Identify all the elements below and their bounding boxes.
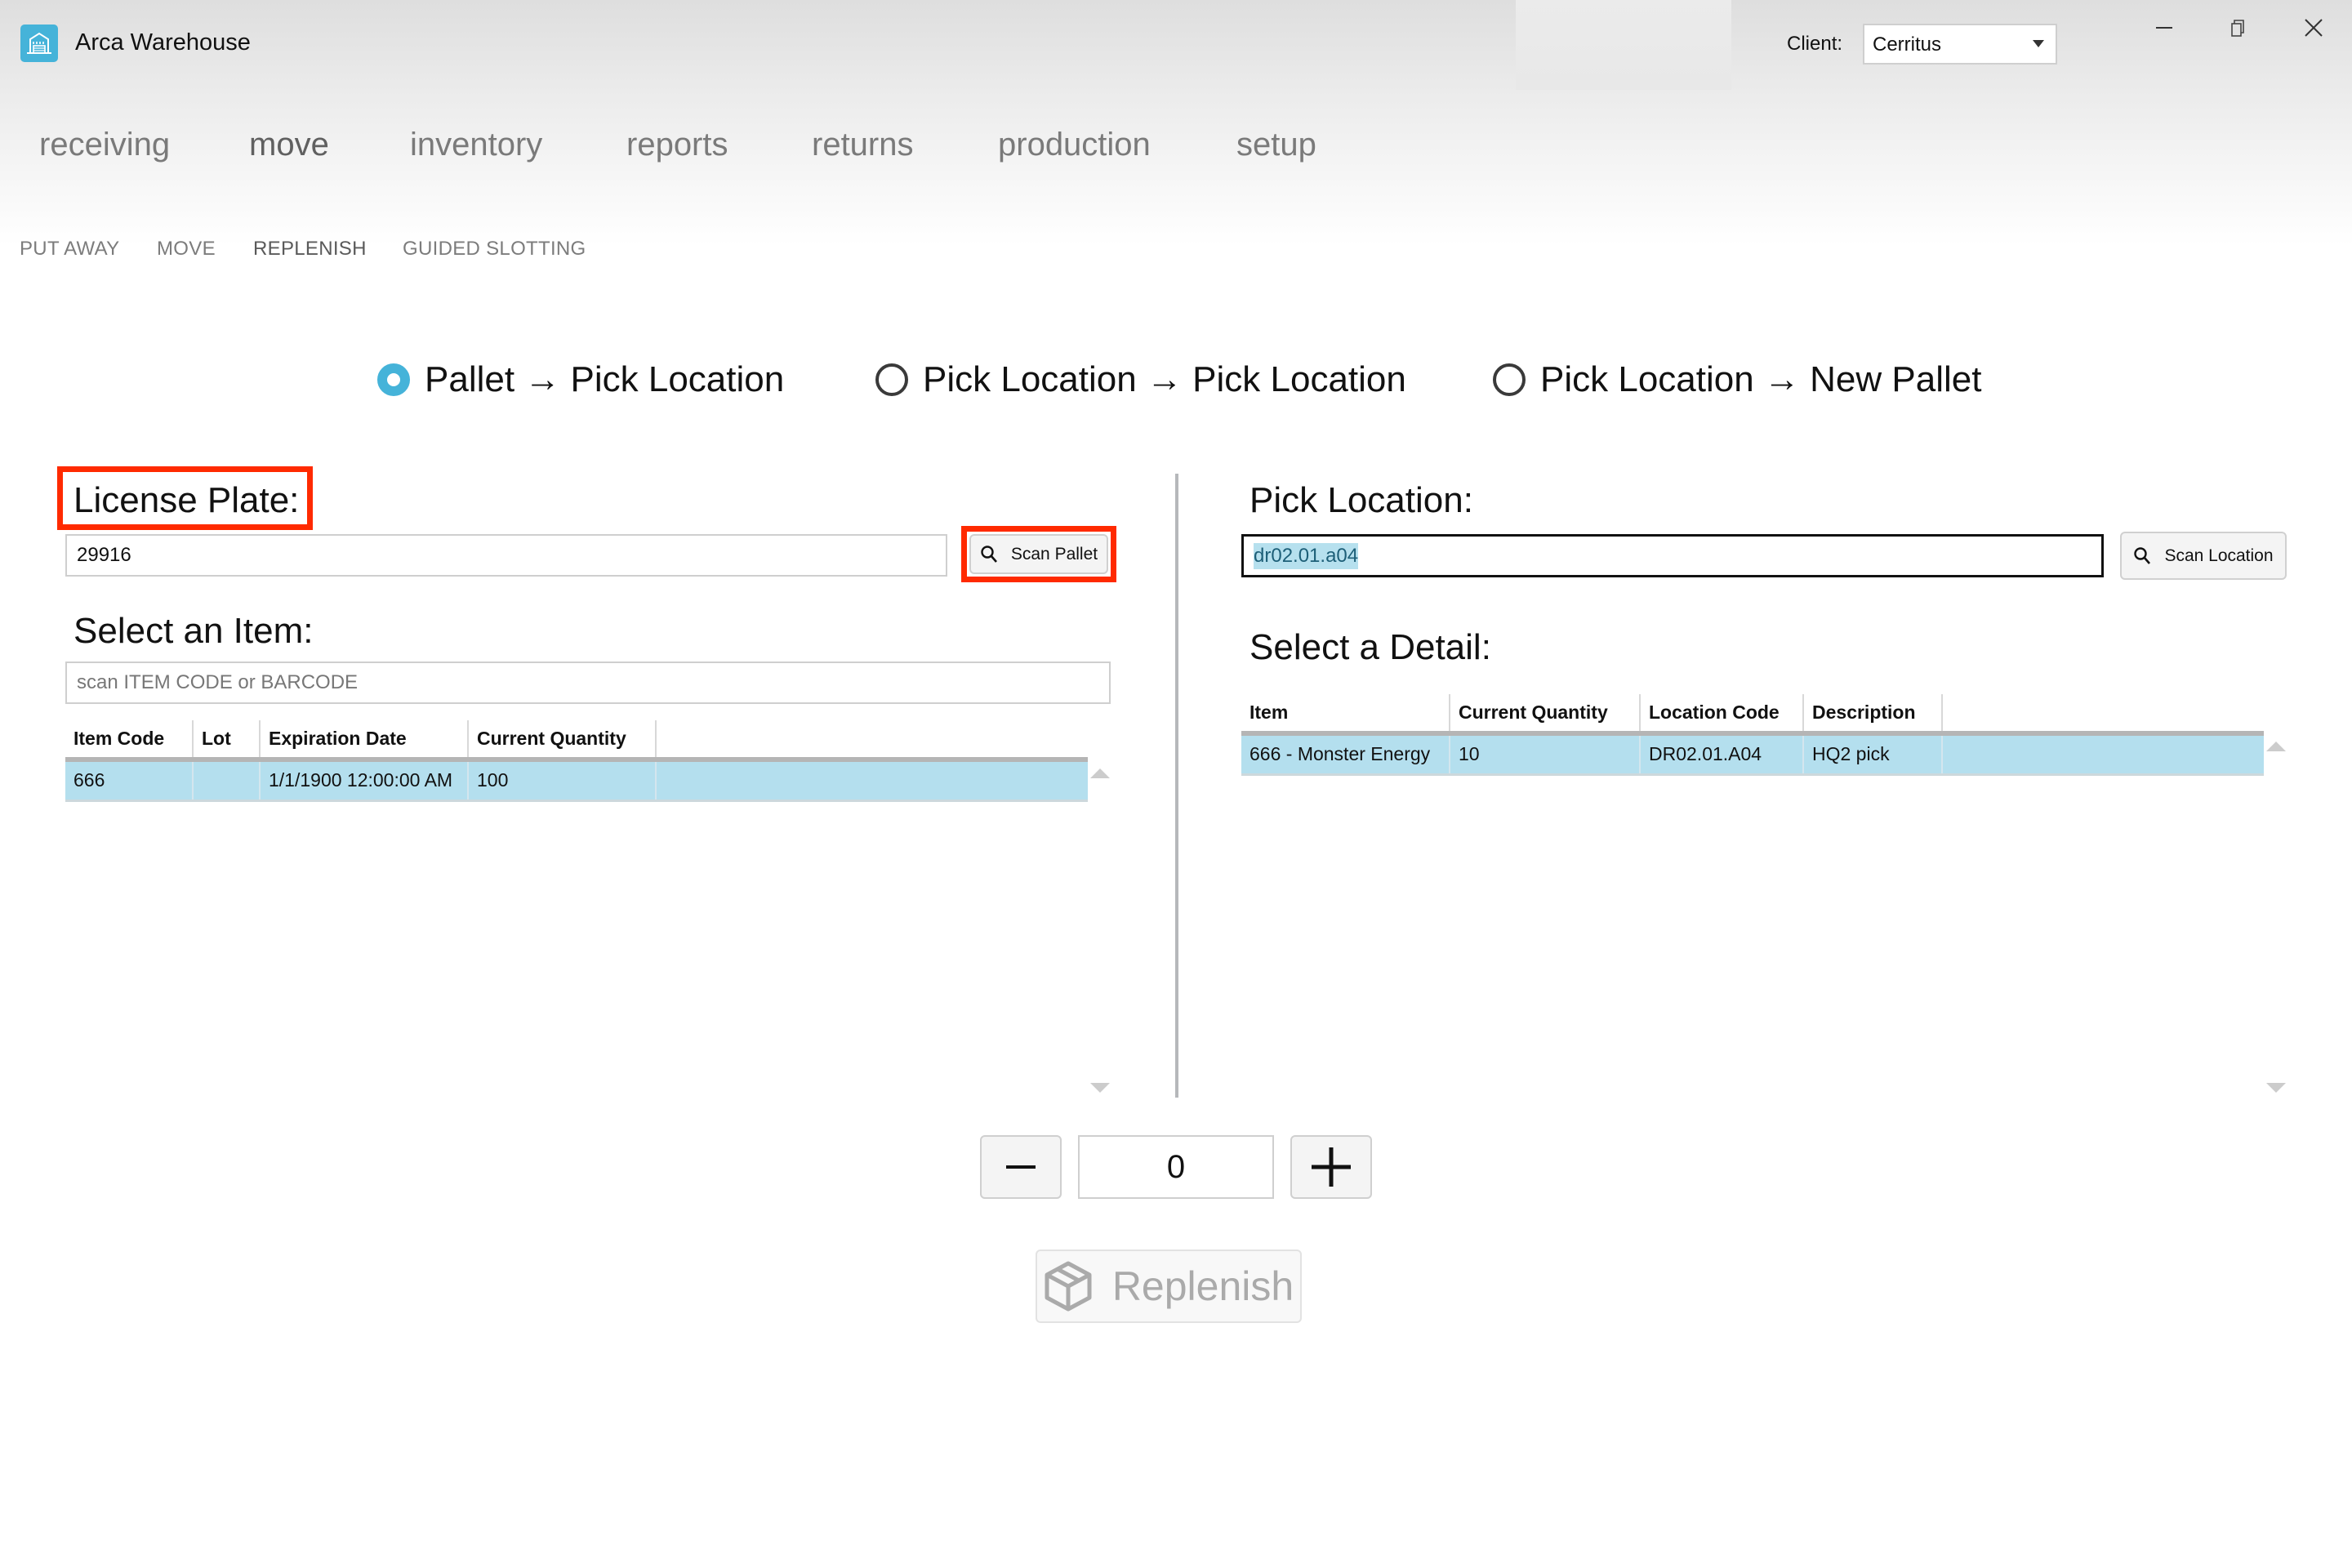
- warehouse-logo-icon: [20, 24, 58, 62]
- scan-location-label: Scan Location: [2164, 546, 2274, 565]
- details-table-container: Item Current Quantity Location Code Desc…: [1241, 694, 2264, 776]
- details-scroll-up-arrow[interactable]: [2266, 742, 2286, 751]
- nav-receiving[interactable]: receiving: [39, 127, 170, 163]
- mode-radio-pick-to-new-pallet[interactable]: Pick Location → New Pallet: [1493, 359, 1981, 400]
- column-header-location-code[interactable]: Location Code: [1640, 694, 1804, 736]
- minus-icon: [1006, 1165, 1036, 1169]
- cell-current-quantity: 10: [1450, 733, 1641, 776]
- subnav-put-away[interactable]: PUT AWAY: [20, 238, 119, 261]
- cell-expiration-date: 1/1/1900 12:00:00 AM: [260, 760, 469, 802]
- table-row[interactable]: 666 - Monster Energy 10 DR02.01.A04 HQ2 …: [1241, 733, 2264, 776]
- nav-returns[interactable]: returns: [812, 127, 914, 163]
- column-header-description[interactable]: Description: [1803, 694, 1943, 736]
- nav-inventory[interactable]: inventory: [410, 127, 542, 163]
- increment-button[interactable]: [1290, 1135, 1372, 1199]
- select-item-label: Select an Item:: [74, 611, 314, 651]
- cell-item-code: 666: [65, 760, 194, 802]
- chevron-down-icon: [2033, 40, 2044, 47]
- search-icon: [2134, 546, 2151, 564]
- column-header-expiration-date[interactable]: Expiration Date: [260, 720, 469, 762]
- title-bar-tab-highlight: [1516, 0, 1731, 90]
- items-scroll-down-arrow[interactable]: [1090, 1083, 1110, 1093]
- select-detail-label: Select a Detail:: [1250, 627, 1491, 667]
- app-title: Arca Warehouse: [75, 29, 251, 56]
- plus-icon: [1312, 1147, 1351, 1187]
- client-select-value: Cerritus: [1873, 33, 1942, 56]
- column-header-item-code[interactable]: Item Code: [65, 720, 194, 762]
- cell-item: 666 - Monster Energy: [1241, 733, 1450, 776]
- cell-filler: [656, 760, 1088, 802]
- mode-label: Pick Location → Pick Location: [923, 359, 1406, 399]
- column-header-current-quantity[interactable]: Current Quantity: [1450, 694, 1641, 736]
- details-scroll-down-arrow[interactable]: [2266, 1083, 2286, 1093]
- quantity-input[interactable]: 0: [1078, 1135, 1274, 1199]
- subnav-replenish[interactable]: REPLENISH: [253, 238, 367, 261]
- column-header-lot[interactable]: Lot: [193, 720, 261, 762]
- scan-pallet-button[interactable]: Scan Pallet: [969, 534, 1108, 574]
- scan-location-button[interactable]: Scan Location: [2120, 532, 2287, 580]
- cell-lot: [193, 760, 261, 802]
- panel-divider: [1175, 474, 1178, 1098]
- pick-location-label: Pick Location:: [1250, 480, 1473, 520]
- license-plate-value: 29916: [77, 544, 131, 566]
- replenish-label: Replenish: [1111, 1263, 1294, 1309]
- mode-radio-pick-to-pick[interactable]: Pick Location → Pick Location: [875, 359, 1406, 400]
- item-search-input[interactable]: scan ITEM CODE or BARCODE: [65, 662, 1111, 704]
- scan-pallet-label: Scan Pallet: [1010, 544, 1098, 564]
- mode-radio-pallet-to-pick[interactable]: Pallet → Pick Location: [377, 359, 784, 400]
- replenish-button[interactable]: Replenish: [1036, 1250, 1302, 1323]
- close-icon: [2305, 19, 2323, 37]
- radio-unchecked-icon: [1493, 363, 1526, 396]
- search-icon: [981, 545, 997, 563]
- details-table-header: Item Current Quantity Location Code Desc…: [1241, 694, 2264, 736]
- cell-current-quantity: 100: [468, 760, 657, 802]
- items-table-container: Item Code Lot Expiration Date Current Qu…: [65, 720, 1088, 802]
- minimize-icon: [2156, 27, 2172, 29]
- box-icon: [1045, 1261, 1092, 1312]
- pick-location-input[interactable]: dr02.01.a04: [1241, 534, 2104, 577]
- column-header-item[interactable]: Item: [1241, 694, 1450, 736]
- column-header-current-quantity[interactable]: Current Quantity: [468, 720, 657, 762]
- restore-icon: [2231, 20, 2244, 37]
- nav-setup[interactable]: setup: [1236, 127, 1316, 163]
- close-button[interactable]: [2285, 11, 2342, 44]
- subnav-guided-slotting[interactable]: GUIDED SLOTTING: [403, 238, 586, 261]
- subnav-move[interactable]: MOVE: [157, 238, 216, 261]
- client-select[interactable]: Cerritus: [1863, 24, 2057, 65]
- radio-unchecked-icon: [875, 363, 908, 396]
- quantity-value: 0: [1166, 1148, 1186, 1185]
- cell-location-code: DR02.01.A04: [1640, 733, 1804, 776]
- mode-label: Pallet → Pick Location: [425, 359, 785, 399]
- minimize-button[interactable]: [2136, 11, 2193, 44]
- nav-move[interactable]: move: [249, 127, 329, 163]
- details-table: Item Current Quantity Location Code Desc…: [1241, 694, 2264, 776]
- item-search-placeholder: scan ITEM CODE or BARCODE: [77, 671, 359, 693]
- decrement-button[interactable]: [980, 1135, 1062, 1199]
- column-header-filler: [656, 720, 1088, 762]
- items-scroll-up-arrow[interactable]: [1090, 768, 1110, 778]
- column-header-filler: [1942, 694, 2264, 736]
- radio-checked-icon: [377, 363, 410, 396]
- client-label: Client:: [1787, 33, 1843, 55]
- nav-reports[interactable]: reports: [626, 127, 728, 163]
- items-table: Item Code Lot Expiration Date Current Qu…: [65, 720, 1088, 802]
- items-table-header: Item Code Lot Expiration Date Current Qu…: [65, 720, 1088, 762]
- cell-description: HQ2 pick: [1803, 733, 1943, 776]
- mode-label: Pick Location → New Pallet: [1540, 359, 1982, 399]
- restore-button[interactable]: [2210, 11, 2267, 44]
- license-plate-input[interactable]: 29916: [65, 534, 947, 577]
- table-row[interactable]: 666 1/1/1900 12:00:00 AM 100: [65, 760, 1088, 802]
- license-plate-label: License Plate:: [74, 480, 300, 520]
- pick-location-value: dr02.01.a04: [1254, 542, 1359, 569]
- cell-filler: [1942, 733, 2264, 776]
- nav-production[interactable]: production: [998, 127, 1151, 163]
